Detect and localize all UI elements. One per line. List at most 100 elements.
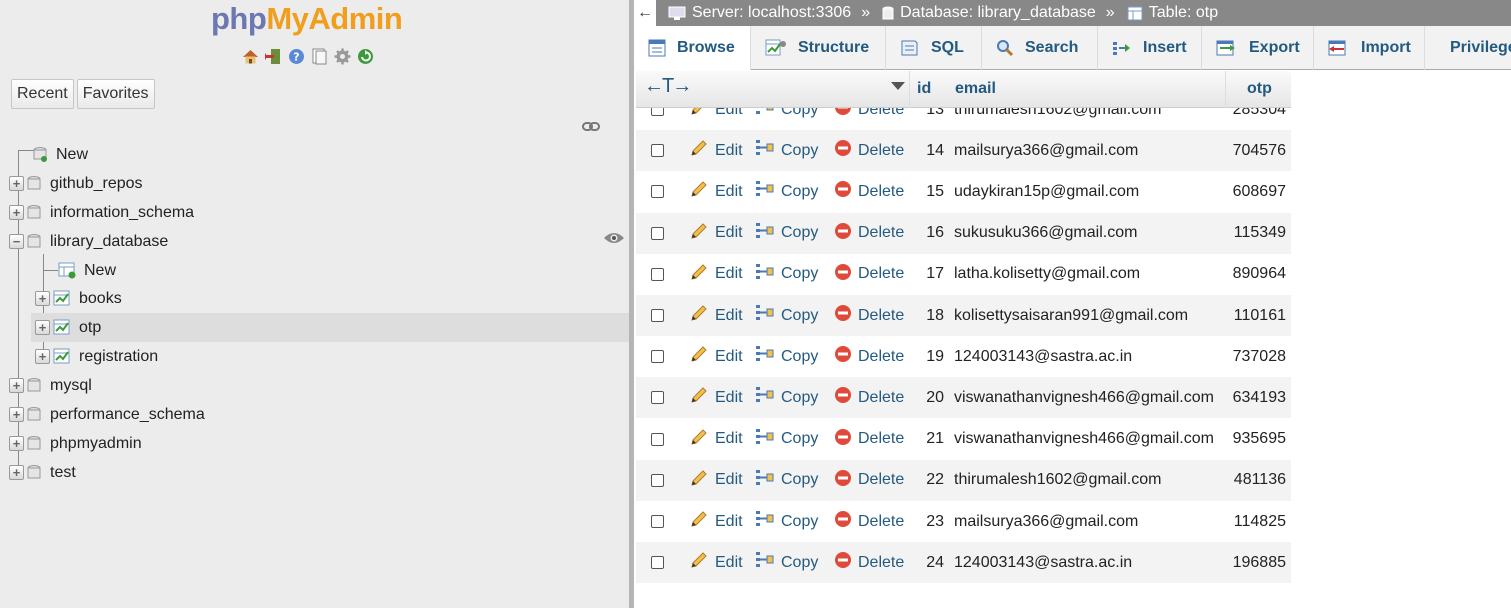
row-checkbox[interactable] — [651, 226, 664, 240]
eye-icon[interactable] — [603, 231, 625, 250]
row-checkbox[interactable] — [651, 185, 664, 199]
logout-icon[interactable] — [264, 47, 283, 66]
edit-link[interactable]: Edit — [689, 303, 743, 328]
tree-item-new-table[interactable]: New — [58, 256, 116, 285]
cell-otp[interactable]: 196885 — [1226, 554, 1286, 572]
tree-item-github-repos[interactable]: + github_repos — [9, 169, 143, 198]
delete-link[interactable]: Delete — [834, 345, 904, 368]
nav-resize-handle[interactable] — [629, 0, 634, 608]
expand-icon[interactable]: + — [9, 205, 24, 220]
cell-email[interactable]: viswanathanvignesh466@gmail.com — [954, 389, 1214, 407]
delete-link[interactable]: Delete — [834, 304, 904, 327]
row-checkbox[interactable] — [651, 556, 664, 570]
delete-link[interactable]: Delete — [834, 551, 904, 574]
cell-email[interactable]: thirumalesh1602@gmail.com — [954, 471, 1161, 489]
cell-email[interactable]: 124003143@sastra.ac.in — [954, 554, 1132, 572]
cell-id[interactable]: 20 — [912, 389, 944, 407]
cell-email[interactable]: viswanathanvignesh466@gmail.com — [954, 430, 1214, 448]
tree-item-new[interactable]: New — [33, 140, 88, 169]
cell-email[interactable]: mailsurya366@gmail.com — [954, 513, 1138, 531]
row-checkbox[interactable] — [651, 350, 664, 364]
edit-link[interactable]: Edit — [689, 179, 743, 204]
cell-otp[interactable]: 704576 — [1226, 142, 1286, 160]
copy-link[interactable]: Copy — [755, 263, 818, 286]
edit-link[interactable]: Edit — [689, 385, 743, 410]
collapse-icon[interactable]: − — [9, 234, 24, 249]
cell-otp[interactable]: 634193 — [1226, 389, 1286, 407]
cell-id[interactable]: 21 — [912, 430, 944, 448]
tab-browse[interactable]: Browse — [634, 26, 751, 70]
cell-otp[interactable]: 114825 — [1226, 513, 1286, 531]
expand-icon[interactable]: + — [35, 320, 50, 335]
cell-otp[interactable]: 737028 — [1226, 348, 1286, 366]
cell-otp[interactable]: 935695 — [1226, 430, 1286, 448]
tree-item-registration[interactable]: + registration — [35, 342, 158, 371]
cell-id[interactable]: 22 — [912, 471, 944, 489]
tab-export[interactable]: Export — [1202, 26, 1314, 70]
home-icon[interactable] — [241, 47, 260, 66]
cell-email[interactable]: udaykiran15p@gmail.com — [954, 183, 1139, 201]
tree-item-phpmyadmin[interactable]: + phpmyadmin — [9, 429, 142, 458]
delete-link[interactable]: Delete — [834, 180, 904, 203]
edit-link[interactable]: Edit — [689, 468, 743, 493]
tree-item-books[interactable]: + books — [35, 284, 122, 313]
cell-id[interactable]: 15 — [912, 183, 944, 201]
copy-link[interactable]: Copy — [755, 304, 818, 327]
tree-item-mysql[interactable]: + mysql — [9, 371, 92, 400]
delete-link[interactable]: Delete — [834, 222, 904, 245]
copy-link[interactable]: Copy — [755, 428, 818, 451]
column-resize-arrows-icon[interactable]: ←T→ — [644, 75, 692, 98]
cell-id[interactable]: 16 — [912, 224, 944, 242]
breadcrumb-server[interactable]: Server: localhost:3306 — [668, 4, 851, 22]
row-checkbox[interactable] — [651, 473, 664, 487]
row-checkbox[interactable] — [651, 515, 664, 528]
reload-icon[interactable] — [356, 47, 375, 66]
copy-link[interactable]: Copy — [755, 222, 818, 245]
tab-search[interactable]: Search — [982, 26, 1098, 70]
cell-id[interactable]: 19 — [912, 348, 944, 366]
copy-link[interactable]: Copy — [755, 510, 818, 533]
expand-icon[interactable]: + — [9, 176, 24, 191]
row-checkbox[interactable] — [651, 309, 664, 322]
cell-otp[interactable]: 890964 — [1226, 265, 1286, 283]
tab-privileges[interactable]: Privileges — [1425, 26, 1511, 70]
delete-link[interactable]: Delete — [834, 428, 904, 451]
row-checkbox[interactable] — [651, 144, 664, 158]
phpmyadmin-logo[interactable]: phpMyAdmin — [211, 1, 403, 37]
cell-id[interactable]: 14 — [912, 142, 944, 160]
tree-item-performance-schema[interactable]: + performance_schema — [9, 400, 205, 429]
tab-structure[interactable]: Structure — [751, 26, 886, 70]
tree-item-otp[interactable]: + otp — [31, 313, 629, 342]
cell-id[interactable]: 17 — [912, 265, 944, 283]
copy-link[interactable]: Copy — [755, 180, 818, 203]
help-icon[interactable]: ? — [287, 47, 306, 66]
cell-otp[interactable]: 481136 — [1226, 471, 1286, 489]
tab-sql[interactable]: SQL — [886, 26, 982, 70]
cell-id[interactable]: 23 — [912, 513, 944, 531]
edit-link[interactable]: Edit — [689, 509, 743, 534]
settings-gear-icon[interactable] — [333, 47, 352, 66]
row-checkbox[interactable] — [651, 267, 664, 281]
cell-email[interactable]: latha.kolisetty@gmail.com — [954, 265, 1140, 283]
cell-email[interactable]: 124003143@sastra.ac.in — [954, 348, 1132, 366]
copy-link[interactable]: Copy — [755, 386, 818, 409]
row-checkbox[interactable] — [651, 432, 664, 446]
tab-insert[interactable]: Insert — [1098, 26, 1202, 70]
delete-link[interactable]: Delete — [834, 386, 904, 409]
delete-link[interactable]: Delete — [834, 510, 904, 533]
copy-link[interactable]: Copy — [755, 551, 818, 574]
tree-item-test[interactable]: + test — [9, 458, 76, 487]
docs-icon[interactable] — [310, 47, 329, 66]
link-chain-icon[interactable] — [582, 119, 600, 137]
expand-icon[interactable]: + — [35, 349, 50, 364]
copy-link[interactable]: Copy — [755, 345, 818, 368]
cell-email[interactable]: mailsurya366@gmail.com — [954, 142, 1138, 160]
expand-icon[interactable]: + — [9, 407, 24, 422]
cell-otp[interactable]: 115349 — [1226, 224, 1286, 242]
row-checkbox[interactable] — [651, 391, 664, 405]
edit-link[interactable]: Edit — [689, 262, 743, 287]
sort-dropdown-icon[interactable] — [891, 82, 905, 90]
copy-link[interactable]: Copy — [755, 139, 818, 162]
cell-id[interactable]: 24 — [912, 554, 944, 572]
tab-import[interactable]: Import — [1314, 26, 1425, 70]
